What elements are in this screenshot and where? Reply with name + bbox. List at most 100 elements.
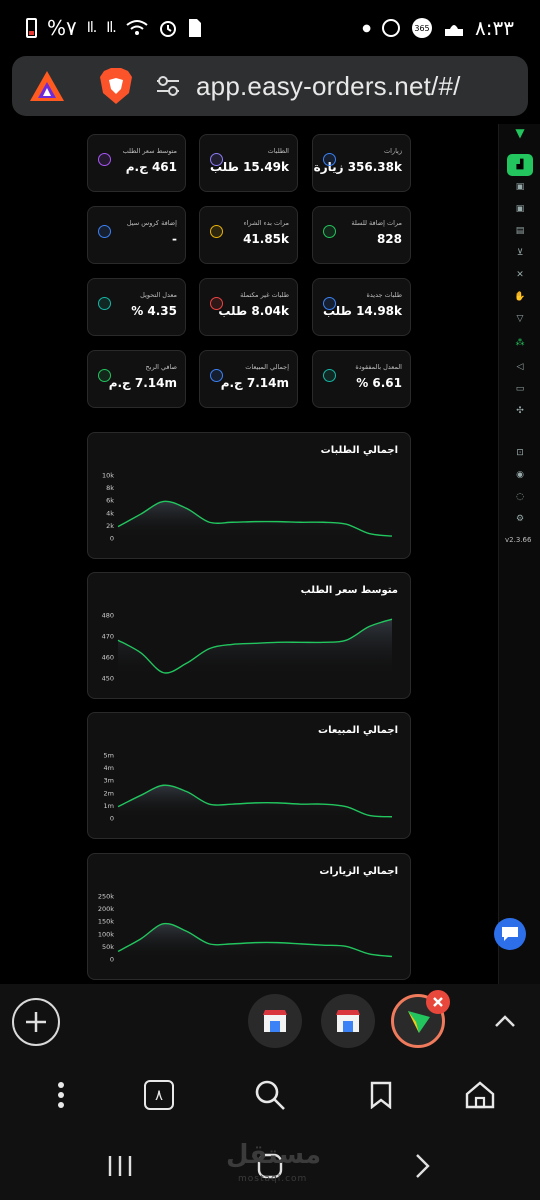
support-icon[interactable]: ◉ [513, 468, 527, 482]
y-tick-label: 100k [98, 930, 114, 938]
stat-value: 461 ج.م [125, 160, 177, 174]
stat-card: إضافة كروس سيل - [87, 206, 186, 264]
site-settings-icon[interactable] [152, 70, 184, 102]
stat-icon [323, 369, 336, 382]
stat-icon [323, 153, 336, 166]
tab-store-1[interactable] [248, 994, 302, 1048]
stat-value: 828 [376, 232, 402, 246]
stat-card: مرات إضافة للسلة 828 [312, 206, 411, 264]
stat-label: المعدل بالمفقودة [355, 363, 402, 371]
y-tick-label: 0 [110, 535, 114, 543]
stat-card: مرات بدء الشراء 41.85k [199, 206, 298, 264]
y-tick-label: 5m [104, 752, 114, 760]
hand-icon[interactable]: ✋ [513, 290, 527, 304]
stat-label: طلبات جديدة [366, 291, 402, 299]
version-label: v2.3.66 [505, 536, 532, 544]
web-page: متوسط سعر الطلب 461 ج.م الطلبات 15.49k طلب ز… [0, 124, 540, 984]
stat-value: 7.14m ج.م [220, 376, 289, 390]
close-tab-icon[interactable] [426, 990, 450, 1014]
bookmark-icon[interactable] [360, 1074, 402, 1116]
lock-icon[interactable]: ⊡ [513, 446, 527, 460]
stat-value: 6.61 % [356, 376, 402, 390]
signal-icon: Il. [106, 20, 117, 36]
chart-plot: 10k 8k 6k 4k 2k 0 [102, 472, 393, 543]
recents-icon[interactable] [100, 1150, 140, 1182]
whatsapp-icon [382, 19, 401, 37]
stat-label: زيارات [384, 147, 402, 155]
box-icon[interactable]: ▣ [513, 180, 527, 194]
chart-card: اجمالي الطلبات 10k 8k 6k 4k 2k 0 [87, 432, 411, 559]
y-tick-label: 4m [104, 764, 114, 772]
stat-card: زيارات 356.38k زيارة [312, 134, 411, 192]
chevron-up-icon[interactable] [490, 1006, 520, 1036]
y-tick-label: 460 [102, 654, 114, 662]
sim-icon [188, 19, 201, 37]
wallet-icon[interactable]: ▭ [513, 382, 527, 396]
brave-rewards-icon[interactable] [24, 63, 70, 109]
stat-label: إجمالي المبيعات [245, 363, 289, 371]
y-tick-label: 50k [102, 943, 114, 951]
dashboard-icon[interactable]: ▟ [507, 154, 533, 176]
support-chat-button[interactable] [494, 918, 526, 950]
back-icon[interactable] [402, 1150, 442, 1182]
apps-icon[interactable]: ⁂ [513, 336, 527, 350]
tab-switcher-button[interactable]: ٨ [138, 1074, 180, 1116]
url-text[interactable]: app.easy-orders.net/#/ [196, 71, 461, 102]
chart-card: اجمالي المبيعات 5m 4m 3m 2m 1m 0 [87, 712, 411, 839]
stat-icon [98, 297, 111, 310]
products-icon[interactable]: ▣ [513, 202, 527, 216]
tools-icon[interactable]: ✕ [513, 268, 527, 282]
stat-label: الطلبات [267, 147, 289, 155]
search-icon[interactable] [249, 1074, 291, 1116]
new-tab-button[interactable] [12, 998, 60, 1046]
store-icon[interactable]: ▤ [513, 224, 527, 238]
settings-icon[interactable]: ⚙ [513, 512, 527, 526]
stat-card: إجمالي المبيعات 7.14m ج.م [199, 350, 298, 408]
brave-shields-icon[interactable] [96, 64, 136, 108]
signal-icon: Il. [86, 20, 98, 36]
stat-icon [98, 369, 111, 382]
stat-card: طلبات غير مكتملة 8.04k طلب [199, 278, 298, 336]
stat-card: طلبات جديدة 14.98k طلب [312, 278, 411, 336]
y-tick-label: 470 [102, 633, 114, 641]
stat-card: صافي الربح 7.14m ج.م [87, 350, 186, 408]
stat-value: 7.14m ج.م [108, 376, 177, 390]
svg-text:365: 365 [414, 24, 429, 33]
logo-icon: ▼ [515, 126, 525, 140]
dashboard-main: متوسط سعر الطلب 461 ج.م الطلبات 15.49k طلب ز… [0, 124, 498, 984]
y-tick-label: 3m [104, 777, 114, 785]
stat-label: صافي الربح [145, 363, 177, 371]
stat-icon [323, 297, 336, 310]
system-nav-bar: مستقل mostaql.com [0, 1132, 540, 1200]
stat-card: المعدل بالمفقودة 6.61 % [312, 350, 411, 408]
mosque-icon [445, 25, 464, 36]
y-tick-label: 0 [110, 956, 114, 964]
wifi-icon [126, 20, 148, 35]
battery-icon [26, 18, 37, 38]
megaphone-icon[interactable]: ◁ [513, 360, 527, 374]
series-area [118, 619, 392, 678]
365-icon: 365 [412, 18, 433, 38]
stat-card: الطلبات 15.49k طلب [199, 134, 298, 192]
stat-icon [210, 369, 223, 382]
y-tick-label: 2m [104, 789, 114, 797]
chart-plot: 5m 4m 3m 2m 1m 0 [104, 752, 393, 823]
chat-icon[interactable]: ◌ [513, 490, 527, 504]
y-tick-label: 6k [106, 497, 114, 505]
screen: %٧ Il. Il. ● 365 ٨:٣٣ app.easy-orders.ne… [0, 0, 540, 1200]
filter-icon[interactable]: ▽ [513, 312, 527, 326]
puzzle-icon[interactable]: ✣ [513, 404, 527, 418]
chart-card: اجمالي الزيارات 250k 200k 150k 100k 50k 0 [87, 853, 411, 980]
y-tick-label: 10k [102, 472, 114, 480]
address-bar[interactable]: app.easy-orders.net/#/ [12, 56, 528, 116]
cart-icon[interactable]: ⊻ [513, 246, 527, 260]
stat-icon [210, 153, 223, 166]
tab-count: ٨ [144, 1080, 174, 1110]
home-icon[interactable] [459, 1074, 501, 1116]
stat-value: 8.04k طلب [218, 304, 289, 318]
stat-icon [323, 225, 336, 238]
y-tick-label: 480 [102, 612, 114, 620]
menu-icon[interactable] [40, 1074, 82, 1116]
tab-store-2[interactable] [321, 994, 375, 1048]
y-tick-label: 1m [104, 802, 114, 810]
